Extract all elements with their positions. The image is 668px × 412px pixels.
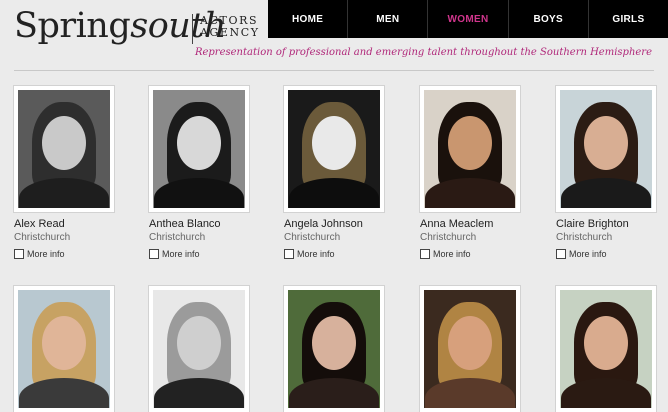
talent-name[interactable]: Angela Johnson (284, 218, 384, 230)
logo-main: Spring (14, 6, 131, 46)
talent-card[interactable] (14, 286, 114, 412)
talent-photo[interactable] (420, 286, 520, 412)
talent-photo[interactable] (556, 86, 656, 212)
more-info-toggle[interactable]: More info (556, 249, 656, 259)
more-info-checkbox[interactable] (556, 249, 566, 259)
talent-card[interactable]: Angela Johnson Christchurch More info (284, 86, 384, 259)
talent-portrait-image (288, 90, 380, 208)
more-info-label: More info (433, 249, 471, 259)
talent-card[interactable] (420, 286, 520, 412)
talent-photo[interactable] (149, 86, 249, 212)
talent-name[interactable]: Claire Brighton (556, 218, 656, 230)
more-info-checkbox[interactable] (149, 249, 159, 259)
talent-photo[interactable] (149, 286, 249, 412)
more-info-toggle[interactable]: More info (149, 249, 249, 259)
talent-portrait-image (560, 90, 652, 208)
talent-card[interactable]: Anna Meaclem Christchurch More info (420, 86, 520, 259)
more-info-label: More info (297, 249, 335, 259)
more-info-toggle[interactable]: More info (284, 249, 384, 259)
talent-portrait-image (560, 290, 652, 408)
talent-photo[interactable] (284, 286, 384, 412)
tagline: Representation of professional and emerg… (194, 47, 652, 58)
talent-name[interactable]: Anna Meaclem (420, 218, 520, 230)
logo[interactable]: Springsouth (14, 6, 226, 46)
talent-portrait-image (153, 290, 245, 408)
talent-photo[interactable] (420, 86, 520, 212)
talent-card[interactable]: Anthea Blanco Christchurch More info (149, 86, 249, 259)
nav-item-women[interactable]: WOMEN (428, 0, 509, 38)
talent-name[interactable]: Anthea Blanco (149, 218, 249, 230)
logo-divider (192, 14, 193, 44)
nav-item-home[interactable]: HOME (268, 0, 349, 38)
talent-card[interactable] (284, 286, 384, 412)
talent-photo[interactable] (14, 86, 114, 212)
main-nav: HOME MEN WOMEN BOYS GIRLS (268, 0, 668, 38)
talent-city: Christchurch (14, 232, 71, 243)
talent-photo[interactable] (284, 86, 384, 212)
talent-city: Christchurch (149, 232, 206, 243)
talent-portrait-image (153, 90, 245, 208)
talent-city: Christchurch (284, 232, 341, 243)
talent-card[interactable]: Alex Read Christchurch More info (14, 86, 114, 259)
more-info-toggle[interactable]: More info (14, 249, 114, 259)
more-info-label: More info (569, 249, 607, 259)
more-info-toggle[interactable]: More info (420, 249, 520, 259)
header-divider (14, 70, 654, 71)
talent-city: Christchurch (556, 232, 613, 243)
talent-card[interactable] (149, 286, 249, 412)
talent-card[interactable]: Claire Brighton Christchurch More info (556, 86, 656, 259)
nav-item-girls[interactable]: GIRLS (589, 0, 668, 38)
more-info-checkbox[interactable] (14, 249, 24, 259)
nav-item-men[interactable]: MEN (348, 0, 429, 38)
more-info-label: More info (27, 249, 65, 259)
logo-sub-line2: AGENCY (200, 26, 260, 39)
talent-portrait-image (18, 90, 110, 208)
logo-subtitle: ACTORS AGENCY (200, 15, 260, 39)
talent-portrait-image (18, 290, 110, 408)
more-info-label: More info (162, 249, 200, 259)
talent-city: Christchurch (420, 232, 477, 243)
talent-portrait-image (288, 290, 380, 408)
talent-portrait-image (424, 290, 516, 408)
more-info-checkbox[interactable] (284, 249, 294, 259)
talent-portrait-image (424, 90, 516, 208)
talent-card[interactable] (556, 286, 656, 412)
talent-photo[interactable] (14, 286, 114, 412)
nav-item-boys[interactable]: BOYS (509, 0, 589, 38)
talent-name[interactable]: Alex Read (14, 218, 114, 230)
more-info-checkbox[interactable] (420, 249, 430, 259)
talent-photo[interactable] (556, 286, 656, 412)
